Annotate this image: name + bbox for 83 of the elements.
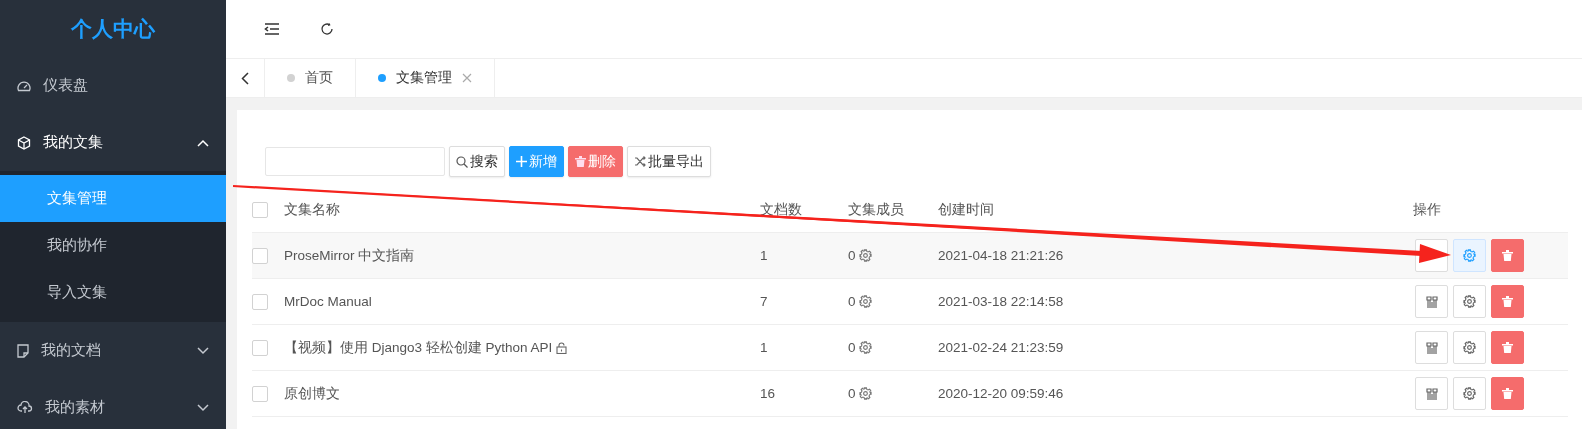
trash-icon bbox=[1502, 342, 1513, 353]
select-all-checkbox[interactable] bbox=[252, 202, 268, 218]
settings-button[interactable] bbox=[1453, 239, 1486, 272]
columns-icon bbox=[1425, 341, 1438, 354]
columns-icon bbox=[1425, 387, 1438, 400]
columns-icon bbox=[1425, 295, 1438, 308]
settings-icon bbox=[1463, 341, 1476, 354]
table-cell: 0 bbox=[848, 386, 856, 401]
columns-button[interactable] bbox=[1415, 331, 1448, 364]
table-cell-text: 1 bbox=[760, 340, 769, 355]
gear-icon bbox=[858, 387, 872, 400]
page-tab[interactable]: 文集管理 bbox=[356, 59, 495, 97]
row-checkbox[interactable] bbox=[252, 247, 268, 264]
table-cell-text: 2021-04-18 21:21:26 bbox=[938, 248, 1065, 263]
settings-button[interactable] bbox=[1453, 285, 1486, 318]
settings-icon bbox=[1463, 387, 1476, 400]
collection-name: ProseMirror 中文指南 bbox=[284, 246, 415, 265]
collection-name: MrDoc Manual bbox=[284, 294, 372, 309]
sidebar-item[interactable]: 我的文档 bbox=[0, 322, 226, 379]
page-tab[interactable]: 首页 bbox=[265, 59, 356, 97]
table-cell-text: 2021-03-18 22:14:58 bbox=[938, 294, 1065, 309]
delete-button[interactable] bbox=[1491, 377, 1524, 410]
table-cell: 0 bbox=[848, 248, 856, 263]
gear-icon bbox=[858, 249, 872, 262]
sidebar-item[interactable]: 我的文集 bbox=[0, 114, 226, 171]
delete-button[interactable] bbox=[1491, 239, 1524, 272]
cube-icon bbox=[17, 135, 31, 150]
export-button[interactable]: 批量导出 bbox=[627, 146, 711, 177]
trash-icon bbox=[1502, 250, 1513, 261]
menu-fold-icon[interactable] bbox=[264, 23, 280, 35]
table-row[interactable]: 原创博文 16 0 2020-12-20 09:59:46 bbox=[252, 371, 1568, 417]
chevron-up-icon bbox=[197, 138, 209, 147]
row-checkbox[interactable] bbox=[252, 293, 268, 310]
chevron-down-icon bbox=[197, 403, 209, 412]
trash-icon bbox=[1502, 388, 1513, 399]
collection-name: 原创博文 bbox=[284, 384, 340, 403]
sidebar-item[interactable]: 仪表盘 bbox=[0, 57, 226, 114]
dashboard-icon bbox=[17, 79, 31, 92]
delete-button[interactable] bbox=[1491, 331, 1524, 364]
sidebar-item[interactable]: 我的素材 bbox=[0, 379, 226, 429]
table-cell: 0 bbox=[848, 294, 856, 309]
plus-icon bbox=[516, 156, 527, 167]
table-cell-text: 1 bbox=[760, 248, 769, 263]
search-icon bbox=[456, 155, 468, 168]
column-header: 文档数 bbox=[760, 201, 803, 219]
table-row[interactable]: ProseMirror 中文指南 1 0 2021-04-18 21:21:26 bbox=[252, 233, 1568, 279]
table-row[interactable]: 【视频】使用 Django3 轻松创建 Python API 1 0 2021-02-24 21:23:59 bbox=[252, 325, 1568, 371]
column-header: 文集成员 bbox=[848, 201, 905, 219]
chevron-down-icon bbox=[197, 346, 209, 355]
settings-button[interactable] bbox=[1453, 377, 1486, 410]
gear-icon bbox=[858, 295, 872, 308]
table-cell: 0 bbox=[848, 340, 856, 355]
settings-icon bbox=[1463, 249, 1476, 262]
settings-button[interactable] bbox=[1453, 331, 1486, 364]
columns-button[interactable] bbox=[1415, 377, 1448, 410]
columns-button[interactable] bbox=[1415, 285, 1448, 318]
trash-icon bbox=[575, 156, 586, 167]
app-title: 个人中心 bbox=[71, 15, 155, 42]
settings-icon bbox=[1463, 295, 1476, 308]
table-cell-text: 7 bbox=[760, 294, 769, 309]
close-icon[interactable] bbox=[462, 73, 472, 83]
submenu-item[interactable]: 导入文集 bbox=[0, 269, 226, 316]
submenu-item[interactable]: 我的协作 bbox=[0, 222, 226, 269]
table-cell-text: 2020-12-20 09:59:46 bbox=[938, 386, 1065, 401]
search-field[interactable] bbox=[265, 147, 445, 176]
chevron-left-icon[interactable] bbox=[241, 71, 249, 85]
search-button[interactable]: 搜索 bbox=[449, 146, 505, 177]
note-icon bbox=[17, 343, 29, 358]
column-header: 创建时间 bbox=[938, 201, 995, 219]
table-cell-text: 16 bbox=[760, 386, 777, 401]
delete-button[interactable] bbox=[1491, 285, 1524, 318]
shuffle-icon bbox=[634, 156, 646, 167]
gear-icon bbox=[858, 341, 872, 354]
table-cell-text: 2021-02-24 21:23:59 bbox=[938, 340, 1065, 355]
cloud-upload-icon bbox=[17, 401, 33, 414]
row-checkbox[interactable] bbox=[252, 385, 268, 402]
column-header: 操作 bbox=[1413, 201, 1442, 219]
collection-name: 【视频】使用 Django3 轻松创建 Python API bbox=[284, 338, 553, 357]
table-row[interactable]: MrDoc Manual 7 0 2021-03-18 22:14:58 bbox=[252, 279, 1568, 325]
trash-icon bbox=[1502, 296, 1513, 307]
row-checkbox[interactable] bbox=[252, 339, 268, 356]
column-header: 文集名称 bbox=[284, 201, 341, 219]
refresh-icon[interactable] bbox=[320, 22, 334, 36]
